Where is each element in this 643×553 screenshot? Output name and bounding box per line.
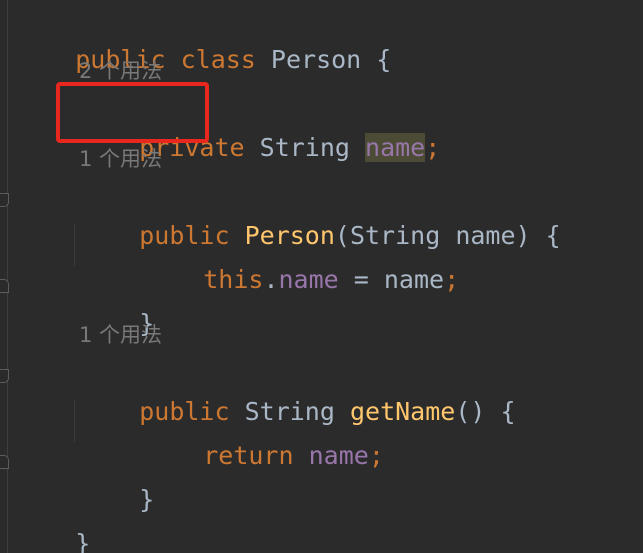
open-brace: { [376, 45, 392, 74]
usage-hint[interactable]: 1 个用法 [79, 145, 162, 173]
semicolon: ; [444, 265, 460, 294]
field-name: name [308, 441, 369, 470]
code-editor[interactable]: public class Person { 2 个用法 private Stri… [0, 0, 643, 553]
assignment-rest: = name [338, 265, 445, 294]
annotation-highlight-box [56, 82, 209, 143]
code-line-assignment[interactable]: this.name = name; [143, 229, 459, 294]
field-name: name [278, 265, 339, 294]
code-line-constructor[interactable]: public Person(String name) { [79, 185, 560, 250]
field-name: name [365, 133, 426, 162]
code-line-class-declaration[interactable]: public class Person { [15, 9, 391, 74]
code-line-getter[interactable]: public String getName() { [79, 361, 515, 426]
method-params: () { [455, 397, 516, 426]
code-line-close-brace[interactable]: } [79, 449, 154, 514]
fold-close-icon[interactable] [0, 455, 9, 469]
fold-close-icon[interactable] [0, 279, 9, 293]
fold-open-icon[interactable] [0, 369, 9, 383]
semicolon: ; [425, 133, 441, 162]
gutter [0, 0, 8, 553]
keyword-return: return [203, 441, 294, 470]
type-string: String [259, 133, 350, 162]
usage-hint[interactable]: 2 个用法 [79, 57, 162, 85]
indent-guide [74, 224, 75, 266]
dot: . [263, 265, 279, 294]
code-line-return[interactable]: return name; [143, 405, 384, 470]
indent-guide [74, 400, 75, 442]
code-line-class-close[interactable]: } [15, 493, 90, 553]
usage-hint[interactable]: 1 个用法 [79, 321, 162, 349]
code-line-close-brace[interactable]: } [79, 273, 154, 338]
semicolon: ; [368, 441, 384, 470]
fold-open-icon[interactable] [0, 193, 9, 207]
close-brace: } [139, 485, 155, 514]
close-brace: } [75, 529, 91, 553]
keyword-class: class [180, 45, 256, 74]
class-name: Person [270, 45, 362, 74]
keyword-this: this [203, 265, 264, 294]
